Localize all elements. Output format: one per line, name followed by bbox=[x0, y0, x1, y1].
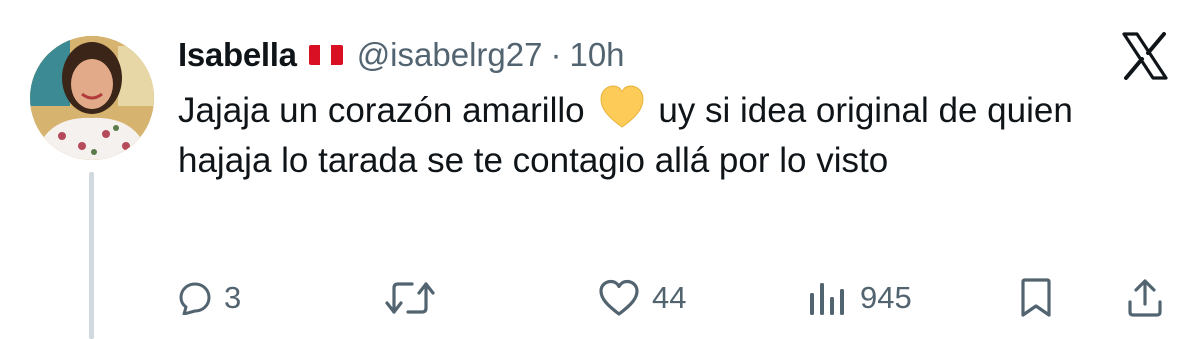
timestamp[interactable]: 10h bbox=[569, 36, 624, 74]
yellow-heart-icon bbox=[600, 85, 644, 128]
views-button[interactable]: 945 bbox=[808, 274, 912, 322]
x-logo-icon[interactable] bbox=[1120, 32, 1170, 80]
separator-dot: · bbox=[550, 36, 562, 73]
reply-button[interactable]: 3 bbox=[178, 274, 241, 322]
retweet-icon bbox=[385, 282, 435, 314]
tweet-text: Jajaja un corazón amarillo uy si idea or… bbox=[178, 84, 1168, 186]
avatar-image bbox=[30, 36, 154, 160]
retweet-button[interactable] bbox=[384, 274, 448, 322]
thread-line bbox=[89, 172, 94, 339]
avatar[interactable] bbox=[30, 36, 154, 160]
views-count: 945 bbox=[860, 280, 912, 315]
tweet-text-part-1: Jajaja un corazón amarillo bbox=[178, 91, 585, 130]
like-count: 44 bbox=[652, 280, 687, 315]
reply-icon bbox=[179, 282, 211, 315]
peru-flag-icon bbox=[308, 45, 343, 65]
share-icon bbox=[1128, 279, 1162, 317]
author-name[interactable]: Isabella bbox=[178, 36, 297, 74]
reply-count: 3 bbox=[224, 280, 242, 315]
bookmark-button[interactable] bbox=[1018, 274, 1054, 322]
like-button[interactable]: 44 bbox=[598, 274, 686, 322]
bookmark-icon bbox=[1021, 278, 1051, 317]
share-button[interactable] bbox=[1126, 274, 1164, 322]
author-handle[interactable]: @isabelrg27 bbox=[357, 36, 543, 74]
views-icon bbox=[810, 283, 844, 315]
tweet-header: Isabella @isabelrg27 · 10h bbox=[178, 30, 625, 80]
heart-icon bbox=[599, 279, 639, 316]
